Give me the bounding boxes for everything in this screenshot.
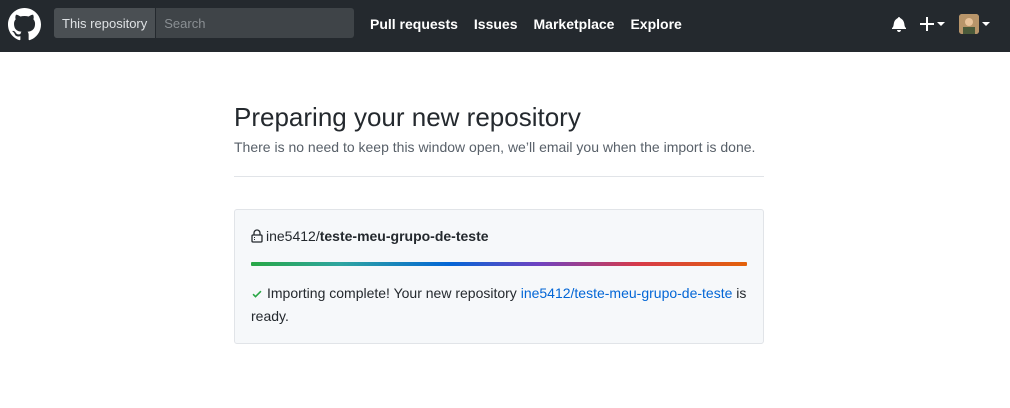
- check-icon: [251, 285, 263, 306]
- create-new-button[interactable]: [920, 17, 945, 31]
- lock-icon: [251, 229, 263, 243]
- top-header: This repository Pull requests Issues Mar…: [0, 0, 1010, 52]
- user-menu-button[interactable]: [959, 14, 990, 34]
- import-status-message: Importing complete! Your new repository …: [251, 283, 747, 327]
- repo-heading: ine5412/teste-meu-grupo-de-teste: [251, 228, 747, 244]
- nav-explore[interactable]: Explore: [630, 16, 681, 32]
- status-prefix: Importing complete! Your new repository: [267, 285, 521, 301]
- repo-owner: ine5412/: [266, 228, 320, 244]
- chevron-down-icon: [937, 22, 945, 26]
- avatar-image-icon: [959, 14, 979, 34]
- nav-issues[interactable]: Issues: [474, 16, 518, 32]
- nav-pull-requests[interactable]: Pull requests: [370, 16, 458, 32]
- nav-marketplace[interactable]: Marketplace: [534, 16, 615, 32]
- import-progress-bar: [251, 262, 747, 266]
- divider: [234, 176, 764, 177]
- new-repo-link[interactable]: ine5412/teste-meu-grupo-de-teste: [521, 285, 733, 301]
- bell-icon: [892, 17, 906, 32]
- avatar: [959, 14, 979, 34]
- page-title: Preparing your new repository: [234, 102, 581, 132]
- import-status-box: ine5412/teste-meu-grupo-de-teste Importi…: [234, 209, 764, 344]
- search-input[interactable]: [156, 8, 354, 38]
- header-actions: [892, 14, 990, 34]
- notifications-button[interactable]: [892, 16, 906, 32]
- search-bar: This repository: [54, 8, 354, 38]
- repo-name: teste-meu-grupo-de-teste: [319, 228, 489, 244]
- plus-icon: [920, 17, 934, 31]
- main-nav: Pull requests Issues Marketplace Explore: [370, 16, 682, 32]
- github-logo-icon[interactable]: [8, 8, 41, 41]
- search-scope-label[interactable]: This repository: [54, 8, 157, 38]
- chevron-down-icon: [982, 22, 990, 26]
- import-content: Preparing your new repository There is n…: [234, 100, 764, 344]
- page-subtitle: There is no need to keep this window ope…: [234, 139, 756, 155]
